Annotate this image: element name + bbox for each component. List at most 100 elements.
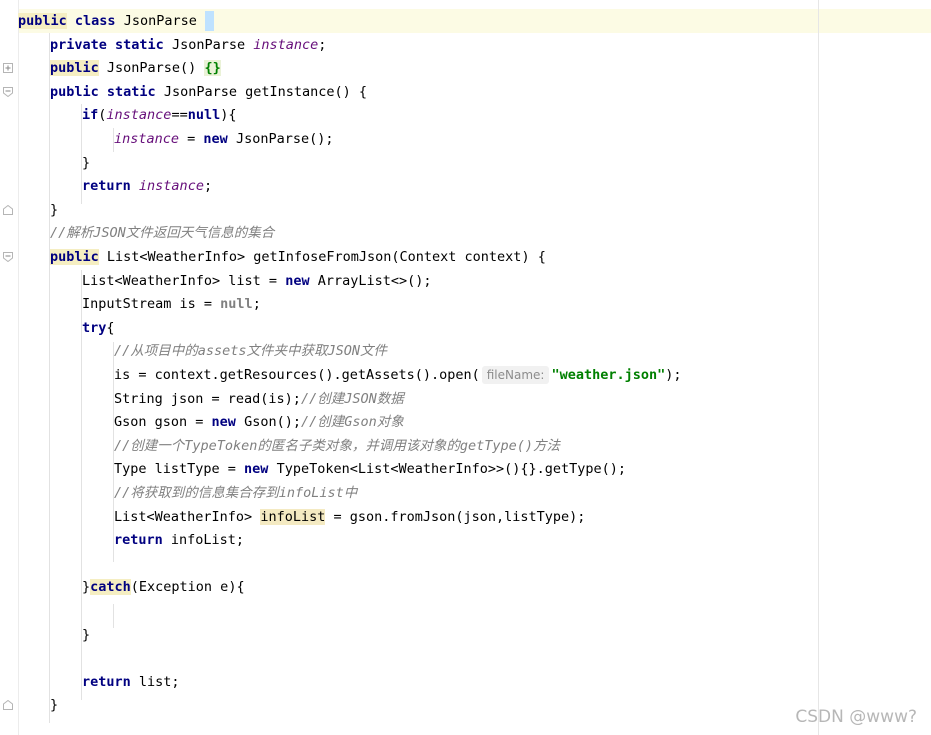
code-line[interactable]: private static JsonParse instance;	[50, 34, 326, 57]
code-token: List<WeatherInfo> list =	[82, 272, 286, 289]
code-line[interactable]: return list;	[82, 671, 180, 694]
code-line[interactable]: List<WeatherInfo> list = new ArrayList<>…	[82, 270, 432, 293]
code-line[interactable]: public List<WeatherInfo> getInfoseFromJs…	[50, 246, 546, 269]
code-token: JsonParse();	[227, 131, 334, 147]
code-token: try	[82, 319, 107, 336]
code-token: public	[50, 60, 99, 77]
code-token: return	[82, 673, 131, 690]
code-token: JsonParse()	[98, 60, 205, 77]
code-token: );	[665, 367, 682, 383]
code-token: new	[244, 461, 269, 478]
code-token: {	[106, 319, 115, 336]
code-token: instance	[253, 36, 319, 53]
code-token	[204, 11, 214, 31]
code-token: InputStream is =	[82, 296, 221, 313]
fold-expand-icon[interactable]	[3, 63, 13, 74]
code-token: ==	[171, 107, 188, 124]
code-token: new	[285, 272, 310, 289]
code-line[interactable]: instance = new JsonParse();	[114, 128, 333, 151]
code-line[interactable]: public class JsonParse	[18, 10, 214, 33]
code-token: static	[115, 36, 164, 53]
code-token: return	[114, 532, 163, 549]
code-token: return	[82, 178, 131, 195]
fold-end-icon[interactable]	[3, 700, 13, 711]
fold-collapse-icon[interactable]	[3, 86, 13, 97]
code-token: "weather.json"	[551, 367, 666, 383]
code-token: new	[211, 414, 236, 431]
code-line[interactable]: }	[50, 199, 58, 222]
code-line[interactable]: //将获取到的信息集合存到infoList中	[114, 482, 357, 505]
code-token: JsonParse	[163, 36, 254, 53]
code-token: List<WeatherInfo>	[98, 249, 254, 265]
code-line[interactable]: //解析JSON文件返回天气信息的集合	[50, 222, 274, 245]
code-token: instance	[138, 178, 204, 195]
code-token: null	[220, 296, 253, 313]
code-token: }	[82, 626, 91, 643]
indent-guide	[49, 33, 50, 723]
code-line[interactable]: public JsonParse() {}	[50, 57, 221, 80]
code-token: {}	[204, 60, 221, 77]
code-line[interactable]: }	[82, 152, 90, 175]
code-token: ;	[203, 178, 213, 195]
code-line[interactable]: }catch(Exception e){	[82, 576, 245, 599]
code-line[interactable]: }	[82, 624, 90, 647]
code-token: list;	[130, 673, 180, 690]
code-line[interactable]: Type listType = new TypeToken<List<Weath…	[114, 458, 626, 481]
code-token: //创建Gson对象	[300, 414, 404, 431]
code-token: public	[50, 249, 99, 265]
fold-gutter	[0, 0, 18, 735]
code-token: //从项目中的assets文件夹中获取JSON文件	[114, 343, 388, 360]
code-editor[interactable]: public class JsonParse private static Js…	[0, 0, 931, 735]
code-token: ArrayList<>();	[309, 272, 432, 289]
fold-end-icon[interactable]	[3, 204, 13, 215]
code-token: Gson();	[235, 414, 301, 431]
code-token: private	[50, 36, 107, 53]
indent-guide	[113, 604, 114, 628]
code-token: public	[50, 83, 99, 100]
code-line[interactable]: //创建一个TypeToken的匿名子类对象，并调用该对象的getType()方…	[114, 435, 560, 458]
code-line[interactable]: try{	[82, 317, 115, 340]
code-line[interactable]: String json = read(is);//创建JSON数据	[114, 388, 404, 411]
code-token: getInfose	[253, 249, 327, 265]
code-token: }	[82, 154, 91, 171]
code-token: }	[82, 579, 91, 596]
code-line[interactable]: }	[50, 694, 58, 717]
code-token: TypeToken<List<WeatherInfo>>(){}.getType…	[268, 461, 627, 478]
code-line[interactable]: List<WeatherInfo> infoList = gson.fromJs…	[114, 506, 585, 529]
code-line[interactable]: Gson gson = new Gson();//创建Gson对象	[114, 411, 404, 434]
fold-collapse-icon[interactable]	[3, 252, 13, 262]
code-token: infoList;	[162, 532, 245, 549]
code-token: instance	[106, 107, 172, 124]
code-token: class	[74, 13, 116, 29]
code-token: is = context.getResources().getAssets().…	[114, 367, 480, 383]
code-token: null	[187, 107, 221, 124]
code-token: if	[82, 107, 99, 124]
code-token: //创建一个TypeToken的匿名子类对象，并调用该对象的getType()方…	[114, 437, 561, 454]
parameter-hint: fileName:	[481, 366, 550, 384]
code-line[interactable]: return instance;	[82, 175, 212, 198]
code-line[interactable]: public static JsonParse getInstance() {	[50, 81, 367, 104]
gutter-separator	[18, 0, 19, 735]
code-token: =	[179, 131, 204, 147]
code-token: //创建JSON数据	[300, 390, 404, 407]
code-token: static	[106, 83, 156, 100]
code-token: //解析JSON文件返回天气信息的集合	[50, 225, 275, 242]
code-token: JsonParse getInstance() {	[155, 83, 368, 100]
code-token: infoList	[260, 508, 326, 525]
code-token: ;	[318, 36, 327, 53]
code-token: ){	[220, 107, 237, 124]
code-token: Type listType =	[114, 461, 245, 478]
code-line[interactable]: return infoList;	[114, 529, 244, 552]
code-token: List<WeatherInfo>	[114, 508, 261, 525]
code-token: new	[203, 131, 228, 147]
code-line[interactable]: is = context.getResources().getAssets().…	[114, 364, 682, 387]
code-line[interactable]: //从项目中的assets文件夹中获取JSON文件	[114, 340, 387, 363]
code-token: = gson.fromJson(json,listType);	[325, 508, 586, 525]
code-line[interactable]: if(instance==null){	[82, 104, 236, 127]
right-margin-guide	[818, 0, 819, 735]
code-line[interactable]: InputStream is = null;	[82, 293, 261, 316]
code-token: public	[18, 13, 67, 29]
